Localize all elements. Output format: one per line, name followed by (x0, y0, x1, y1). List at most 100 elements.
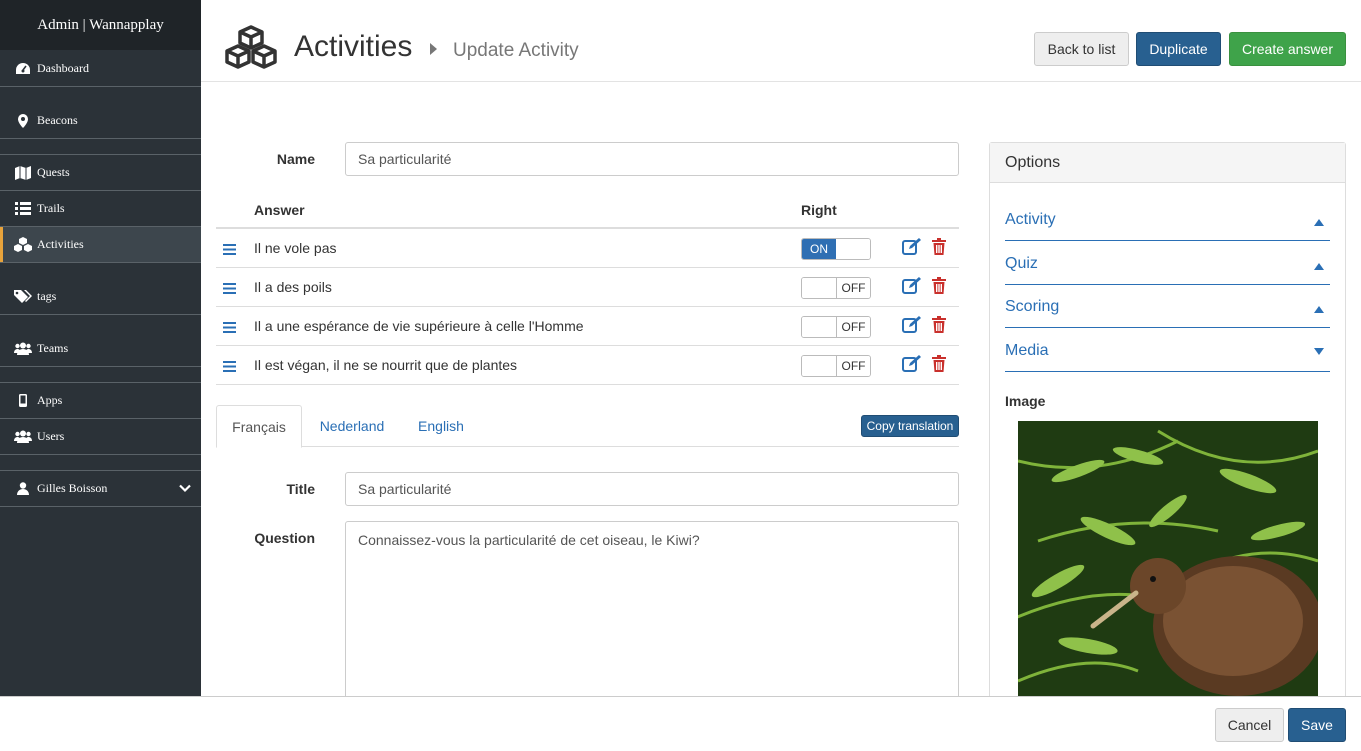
accordion-scoring[interactable]: Scoring (1005, 284, 1330, 328)
copy-translation-button[interactable]: Copy translation (861, 415, 959, 437)
table-row: Il a une espérance de vie supérieure à c… (216, 307, 959, 346)
answer-text: Il a des poils (254, 279, 332, 295)
edit-icon[interactable] (902, 238, 922, 258)
cubes-icon (225, 25, 277, 74)
right-column-header: Right (801, 202, 837, 218)
caret-down-icon (1314, 348, 1324, 355)
trash-icon[interactable] (932, 355, 946, 375)
title-label: Title (286, 481, 315, 497)
trash-icon[interactable] (932, 277, 946, 297)
mobile-icon (14, 394, 32, 408)
toggle-state: OFF (836, 278, 870, 298)
accordion-label: Media (1005, 342, 1049, 359)
sidebar-item-label: Gilles Boisson (37, 481, 108, 495)
sidebar-item-label: Apps (37, 393, 63, 407)
accordion-label: Activity (1005, 211, 1056, 228)
dashboard-icon (14, 62, 32, 76)
user-icon (14, 482, 32, 496)
trash-icon[interactable] (932, 316, 946, 336)
sidebar-item-label: Users (37, 429, 65, 443)
sidebar-item-trails[interactable]: Trails (0, 191, 201, 226)
drag-handle-icon[interactable] (223, 359, 236, 375)
duplicate-button[interactable]: Duplicate (1136, 32, 1221, 66)
kiwi-image[interactable] (1018, 421, 1318, 701)
tags-icon (14, 289, 32, 304)
sidebar-item-label: Beacons (37, 113, 78, 127)
accordion-label: Scoring (1005, 298, 1060, 315)
cancel-button[interactable]: Cancel (1215, 708, 1284, 742)
table-row: Il a des poils OFF (216, 268, 959, 307)
form-footer: Cancel Save (0, 696, 1361, 751)
drag-handle-icon[interactable] (223, 320, 236, 336)
accordion-activity[interactable]: Activity (1005, 197, 1330, 241)
language-tabs: Français Nederland English (216, 405, 959, 448)
create-answer-button[interactable]: Create answer (1229, 32, 1346, 66)
sidebar-item-teams[interactable]: Teams (0, 331, 201, 366)
breadcrumb: Update Activity (453, 40, 579, 61)
list-icon (14, 202, 32, 216)
question-label: Question (254, 530, 315, 546)
sidebar-item-user-menu[interactable]: Gilles Boisson (0, 471, 201, 506)
table-row: Il ne vole pas ON (216, 229, 959, 268)
page-title: Activities (294, 30, 413, 63)
question-textarea[interactable]: Connaissez-vous la particularité de cet … (345, 521, 959, 711)
sidebar: Admin | Wannapplay Dashboard Beacons Que… (0, 0, 201, 751)
trash-icon[interactable] (932, 238, 946, 258)
sidebar-item-apps[interactable]: Apps (0, 383, 201, 418)
answers-table-header: Answer Right (216, 196, 959, 229)
sidebar-item-beacons[interactable]: Beacons (0, 103, 201, 138)
right-toggle[interactable]: OFF (801, 277, 871, 299)
answer-text: Il ne vole pas (254, 240, 337, 256)
options-panel: Options Activity Quiz Scoring Media Imag… (989, 142, 1346, 702)
caret-right-icon (430, 43, 437, 55)
tab-english[interactable]: English (402, 405, 480, 447)
sidebar-item-label: Dashboard (37, 61, 89, 75)
edit-icon[interactable] (902, 316, 922, 336)
chevron-down-icon (179, 481, 191, 496)
caret-up-icon (1314, 219, 1324, 226)
accordion-quiz[interactable]: Quiz (1005, 241, 1330, 285)
edit-icon[interactable] (902, 355, 922, 375)
save-button[interactable]: Save (1288, 708, 1346, 742)
answer-column-header: Answer (254, 202, 305, 218)
map-icon (14, 165, 32, 180)
right-toggle[interactable]: ON (801, 238, 871, 260)
sidebar-item-label: Trails (37, 201, 65, 215)
drag-handle-icon[interactable] (223, 242, 236, 258)
sidebar-item-quests[interactable]: Quests (0, 155, 201, 190)
title-input[interactable]: Sa particularité (345, 472, 959, 506)
toggle-state: ON (802, 239, 836, 259)
accordion-label: Quiz (1005, 255, 1038, 272)
toggle-state: OFF (836, 356, 870, 376)
page-header: Activities Update Activity Back to list … (201, 0, 1361, 82)
drag-handle-icon[interactable] (223, 281, 236, 297)
brand-title[interactable]: Admin | Wannapplay (0, 0, 201, 50)
sidebar-item-label: Activities (37, 237, 84, 251)
users-icon (14, 430, 32, 444)
image-label: Image (1005, 393, 1046, 409)
cubes-icon (14, 237, 32, 252)
sidebar-item-dashboard[interactable]: Dashboard (0, 51, 201, 86)
back-to-list-button[interactable]: Back to list (1034, 32, 1129, 66)
sidebar-item-tags[interactable]: tags (0, 279, 201, 314)
sidebar-item-label: Teams (37, 341, 69, 355)
map-marker-icon (14, 113, 32, 128)
answer-text: Il est végan, il ne se nourrit que de pl… (254, 357, 518, 373)
accordion-media[interactable]: Media (1005, 328, 1330, 372)
users-icon (14, 342, 32, 356)
right-toggle[interactable]: OFF (801, 355, 871, 377)
edit-icon[interactable] (902, 277, 922, 297)
caret-up-icon (1314, 263, 1324, 270)
sidebar-item-activities[interactable]: Activities (0, 227, 201, 262)
table-row: Il est végan, il ne se nourrit que de pl… (216, 346, 959, 385)
answer-text: Il a une espérance de vie supérieure à c… (254, 318, 584, 334)
options-heading: Options (990, 143, 1345, 183)
name-label: Name (276, 151, 315, 167)
sidebar-item-users[interactable]: Users (0, 419, 201, 454)
sidebar-item-label: tags (37, 289, 57, 303)
sidebar-item-label: Quests (37, 165, 70, 179)
right-toggle[interactable]: OFF (801, 316, 871, 338)
tab-nederland[interactable]: Nederland (306, 405, 398, 447)
name-input[interactable]: Sa particularité (345, 142, 959, 176)
tab-francais[interactable]: Français (216, 405, 302, 448)
